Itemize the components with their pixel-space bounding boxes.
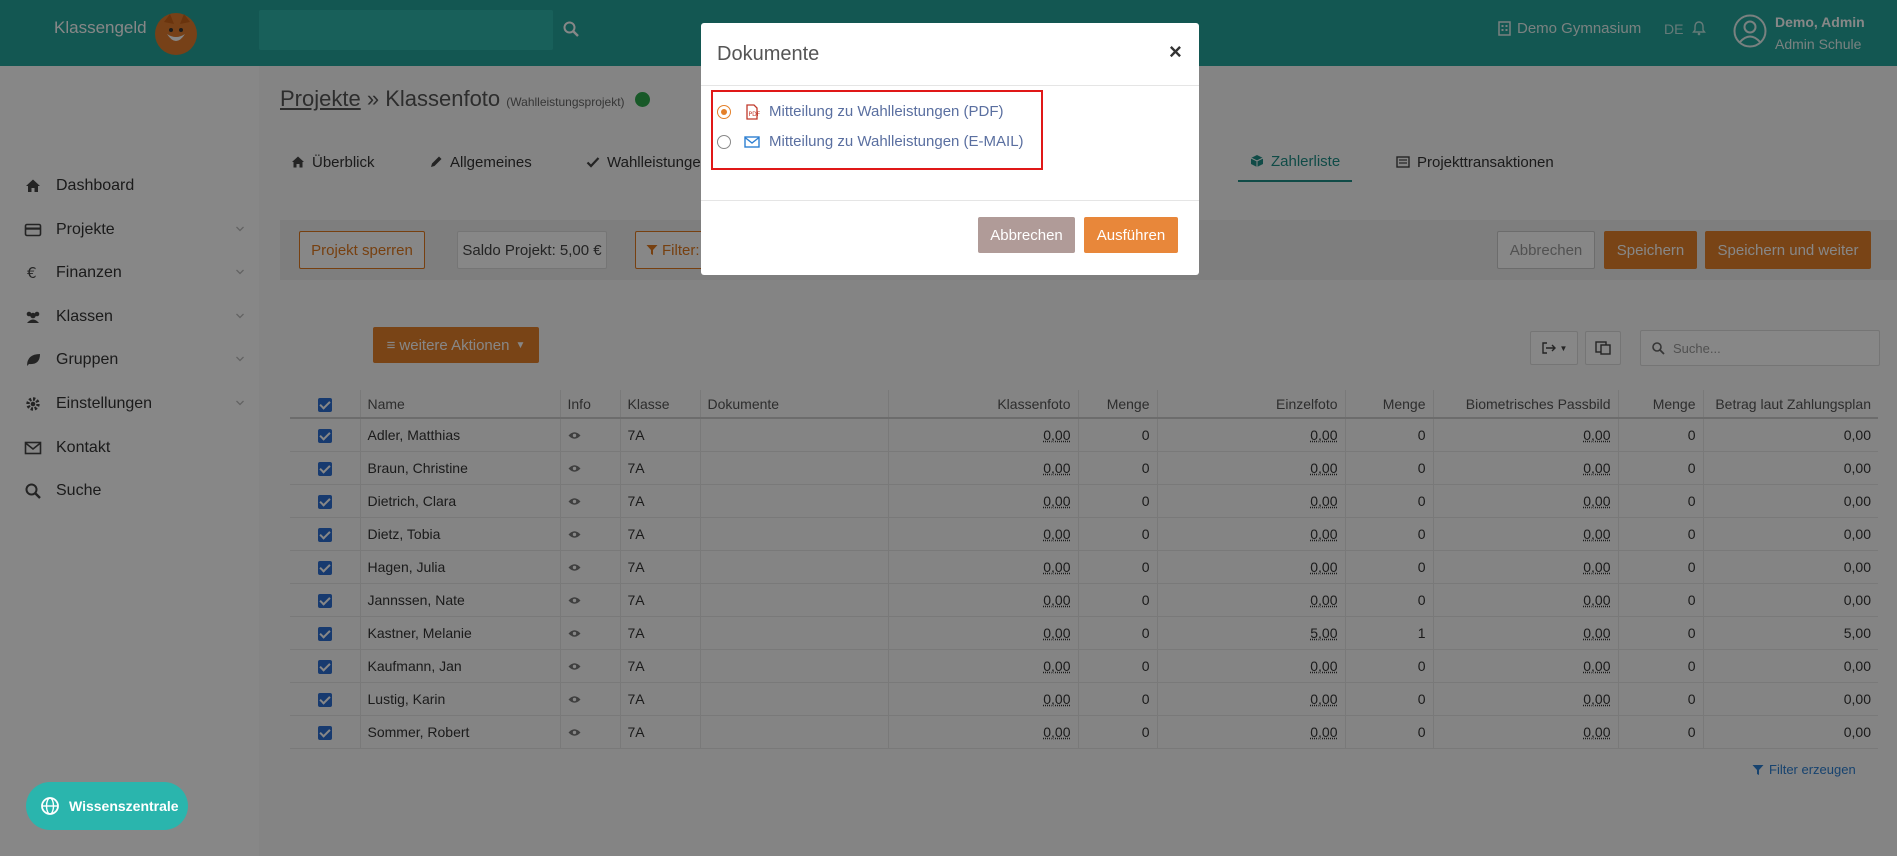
option-label: Mitteilung zu Wahlleistungen (PDF) [769, 103, 1004, 120]
radio-button[interactable] [717, 134, 731, 149]
divider [701, 85, 1199, 86]
knowledge-center-label: Wissenszentrale [69, 798, 179, 814]
run-button[interactable]: Ausführen [1084, 217, 1178, 253]
modal-title: Dokumente [717, 43, 820, 65]
option-email[interactable]: Mitteilung zu Wahlleistungen (E-MAIL) [717, 133, 1024, 150]
documents-modal: Dokumente × PDF Mitteilung zu Wahlleistu… [701, 23, 1199, 275]
globe-icon [41, 797, 59, 815]
svg-text:PDF: PDF [749, 111, 761, 118]
envelope-icon [744, 135, 760, 148]
close-icon[interactable]: × [1169, 39, 1182, 65]
option-label: Mitteilung zu Wahlleistungen (E-MAIL) [769, 133, 1024, 150]
divider [701, 200, 1199, 201]
option-pdf[interactable]: PDF Mitteilung zu Wahlleistungen (PDF) [717, 103, 1004, 120]
pdf-file-icon: PDF [746, 103, 761, 120]
highlight-box [711, 90, 1043, 170]
radio-button-selected[interactable] [717, 104, 731, 119]
knowledge-center-button[interactable]: Wissenszentrale [26, 782, 188, 830]
modal-cancel-button[interactable]: Abbrechen [978, 217, 1075, 253]
